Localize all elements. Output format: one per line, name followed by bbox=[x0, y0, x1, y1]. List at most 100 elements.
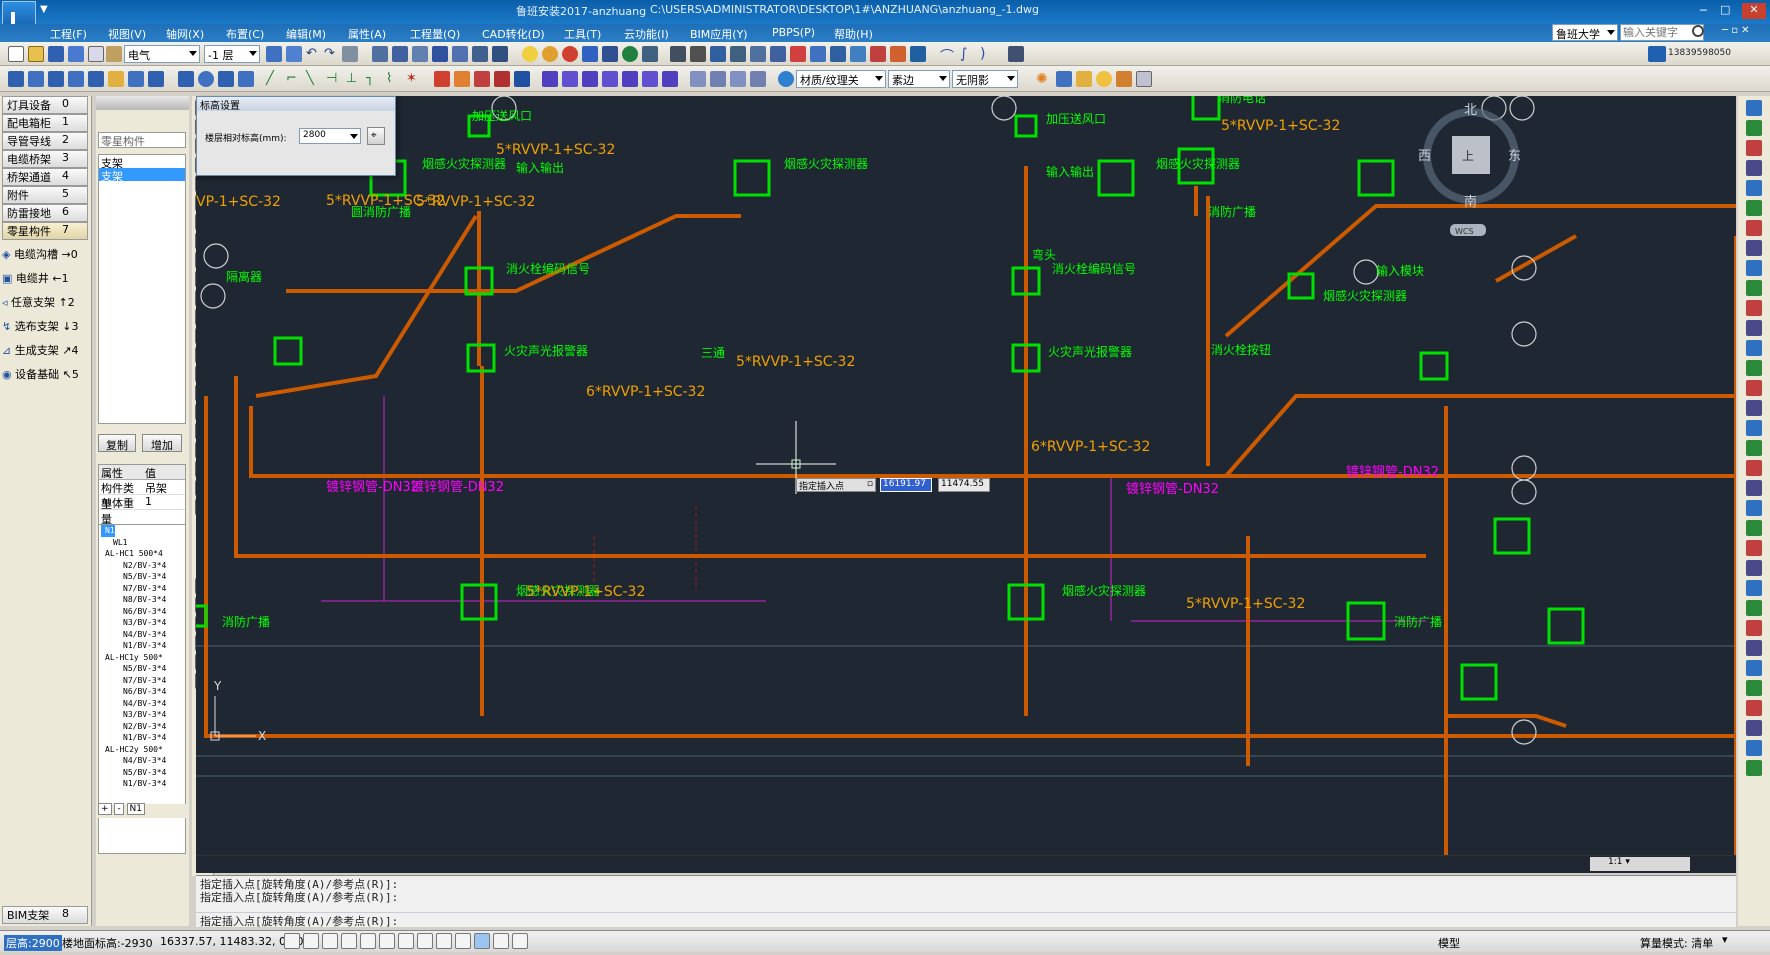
nav-item-tray-channel[interactable]: 桥架通道 4 bbox=[2, 168, 88, 186]
cube-2-icon[interactable] bbox=[562, 71, 578, 87]
discipline-select[interactable]: 电气 bbox=[124, 45, 200, 63]
command-input[interactable]: 指定插入点[旋转角度(A)/参考点(R)]: bbox=[196, 912, 1736, 928]
right-tool-icon[interactable] bbox=[1746, 740, 1762, 756]
right-tool-icon[interactable] bbox=[1746, 580, 1762, 596]
menu-item-help[interactable]: 帮助(H) bbox=[834, 26, 873, 42]
axis-merge-icon[interactable] bbox=[148, 71, 164, 87]
layers-icon[interactable] bbox=[890, 46, 906, 62]
right-tool-icon[interactable] bbox=[1746, 200, 1762, 216]
photo-icon[interactable] bbox=[1076, 71, 1092, 87]
right-tool-icon[interactable] bbox=[1746, 480, 1762, 496]
explode-icon[interactable]: ✶ bbox=[406, 71, 422, 87]
edge-select[interactable]: 素边 bbox=[888, 70, 950, 88]
account-phone[interactable]: 13839598050 bbox=[1668, 48, 1731, 58]
layer-lock-icon[interactable] bbox=[602, 46, 618, 62]
right-tool-icon[interactable] bbox=[1746, 120, 1762, 136]
layer-on-icon[interactable] bbox=[542, 46, 558, 62]
cube-1-icon[interactable] bbox=[542, 71, 558, 87]
properties-icon[interactable] bbox=[1008, 46, 1024, 62]
snap-toggle-icon[interactable] bbox=[398, 933, 414, 949]
delete-icon[interactable] bbox=[870, 46, 886, 62]
right-tool-icon[interactable] bbox=[1746, 240, 1762, 256]
text-tool-icon[interactable] bbox=[452, 46, 468, 62]
tree-node[interactable]: N7/BV-3*4 bbox=[101, 675, 185, 687]
tree-node[interactable]: N1/BV-3*4 bbox=[101, 778, 185, 790]
tree-node[interactable]: N5/BV-3*4 bbox=[101, 663, 185, 675]
open-file-icon[interactable] bbox=[28, 46, 44, 62]
property-value[interactable]: 吊架 bbox=[143, 480, 167, 495]
snap-toggle-icon[interactable] bbox=[455, 933, 471, 949]
right-tool-icon[interactable] bbox=[1746, 700, 1762, 716]
check-icon[interactable] bbox=[790, 46, 806, 62]
right-tool-icon[interactable] bbox=[1746, 500, 1762, 516]
layer-icon[interactable] bbox=[266, 46, 282, 62]
truck-icon[interactable] bbox=[910, 46, 926, 62]
tree-node[interactable]: AL-HC1 500*4 bbox=[101, 548, 185, 560]
tree-expand-button[interactable]: + bbox=[98, 803, 112, 815]
menu-item-quantity[interactable]: 工程量(Q) bbox=[410, 26, 460, 42]
nav-item-misc[interactable]: 零星构件 7 bbox=[2, 222, 88, 240]
paste-icon[interactable] bbox=[106, 46, 122, 62]
bracket-icon[interactable]: ) bbox=[980, 46, 996, 62]
menu-item-pbps[interactable]: PBPS(P) bbox=[772, 26, 815, 39]
snap-toggle-icon[interactable] bbox=[303, 933, 319, 949]
menu-item-layout[interactable]: 布置(C) bbox=[226, 26, 264, 42]
menu-item-axis[interactable]: 轴网(X) bbox=[166, 26, 204, 42]
search-icon[interactable] bbox=[1692, 25, 1704, 37]
layer-freeze-icon[interactable] bbox=[582, 46, 598, 62]
cad-match-icon[interactable] bbox=[454, 71, 470, 87]
measure-icon[interactable] bbox=[492, 46, 508, 62]
report-icon[interactable] bbox=[670, 46, 686, 62]
right-tool-icon[interactable] bbox=[1746, 300, 1762, 316]
right-tool-icon[interactable] bbox=[1746, 600, 1762, 616]
redo-icon[interactable]: ↷ bbox=[324, 46, 340, 62]
cloud-user-icon[interactable] bbox=[1648, 46, 1666, 62]
new-file-icon[interactable] bbox=[8, 46, 24, 62]
menu-minimize-icon[interactable]: ─ ▫ ✕ bbox=[1722, 25, 1750, 36]
tree-node[interactable]: N5/BV-3*4 bbox=[101, 767, 185, 779]
right-tool-icon[interactable] bbox=[1746, 340, 1762, 356]
select-icon[interactable] bbox=[810, 46, 826, 62]
snap-toggle-icon[interactable] bbox=[417, 933, 433, 949]
view-3d-icon[interactable] bbox=[372, 46, 388, 62]
cube-5-icon[interactable] bbox=[622, 71, 638, 87]
right-tool-icon[interactable] bbox=[1746, 260, 1762, 276]
export-icon[interactable] bbox=[750, 46, 766, 62]
nav-item-conduit-wire[interactable]: 导管导线 2 bbox=[2, 132, 88, 150]
dimension-icon[interactable] bbox=[432, 46, 448, 62]
right-tool-icon[interactable] bbox=[1746, 140, 1762, 156]
right-tool-icon[interactable] bbox=[1746, 220, 1762, 236]
tree-node[interactable]: N6/BV-3*4 bbox=[101, 686, 185, 698]
snap-toggle-icon[interactable] bbox=[436, 933, 452, 949]
right-tool-icon[interactable] bbox=[1746, 660, 1762, 676]
axis-copy-icon[interactable] bbox=[88, 71, 104, 87]
tool-generate-bracket[interactable]: ⊿ 生成支架 ↗4 bbox=[2, 342, 90, 360]
component-list[interactable]: 支架 支架 bbox=[98, 154, 186, 424]
prompt-menu-icon[interactable]: ▫ bbox=[867, 479, 873, 489]
offset-icon[interactable]: ╲ bbox=[306, 71, 322, 87]
axis-list-icon[interactable] bbox=[128, 71, 144, 87]
layer-off-icon[interactable] bbox=[562, 46, 578, 62]
view-left-icon[interactable] bbox=[730, 71, 746, 87]
tool-equipment-base[interactable]: ◉ 设备基础 ↖5 bbox=[2, 366, 90, 384]
cad-erase-icon[interactable] bbox=[514, 71, 530, 87]
tree-node[interactable]: N2/BV-3*4 bbox=[101, 721, 185, 733]
tree-node[interactable]: N3/BV-3*4 bbox=[101, 709, 185, 721]
match-icon[interactable] bbox=[286, 46, 302, 62]
right-tool-icon[interactable] bbox=[1746, 640, 1762, 656]
pick-elevation-button[interactable]: ⌖ bbox=[367, 127, 385, 145]
tree-node[interactable]: N4/BV-3*4 bbox=[101, 755, 185, 767]
polyline-icon[interactable]: ⌐ bbox=[286, 71, 302, 87]
right-tool-icon[interactable] bbox=[1746, 540, 1762, 556]
menu-item-project[interactable]: 工程(F) bbox=[50, 26, 87, 42]
menu-item-cloud[interactable]: 云功能(I) bbox=[624, 26, 669, 42]
insert-x-input[interactable]: 16191.97 bbox=[880, 478, 932, 492]
property-value[interactable]: 1 bbox=[143, 495, 152, 509]
view-iso-icon[interactable] bbox=[750, 71, 766, 87]
right-tool-icon[interactable] bbox=[1746, 160, 1762, 176]
import-icon[interactable] bbox=[770, 46, 786, 62]
edit-icon[interactable] bbox=[68, 46, 84, 62]
layer-iso-icon[interactable] bbox=[622, 46, 638, 62]
axis-tag-icon[interactable] bbox=[68, 71, 84, 87]
snap-toggle-icon[interactable] bbox=[284, 933, 300, 949]
